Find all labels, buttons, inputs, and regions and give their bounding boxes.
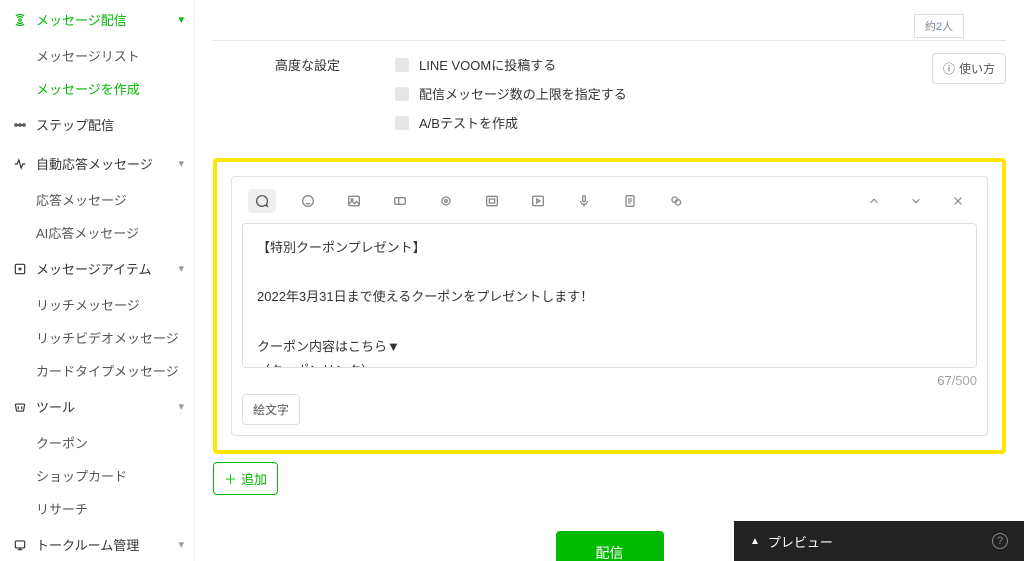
tool-coupon[interactable] <box>386 189 414 213</box>
plus-box-icon <box>12 262 28 276</box>
emoji-button[interactable]: 絵文字 <box>242 394 300 425</box>
option-abtest[interactable]: A/Bテストを作成 <box>395 113 1006 132</box>
auto-reply-icon <box>12 157 28 171</box>
chevron-down-icon: ▾ <box>178 538 184 551</box>
sidebar-item-rich-message[interactable]: リッチメッセージ <box>0 288 194 321</box>
tool-image[interactable] <box>340 189 368 213</box>
chevron-down-icon: ▾ <box>178 13 184 26</box>
tool-delete[interactable] <box>945 190 971 212</box>
sidebar: メッセージ配信 ▾ メッセージリスト メッセージを作成 ステップ配信 自動応答メ… <box>0 0 195 561</box>
sidebar-item-ai-reply[interactable]: AI応答メッセージ <box>0 216 194 249</box>
sidebar-item-shopcard[interactable]: ショップカード <box>0 459 194 492</box>
tool-voice[interactable] <box>570 189 598 213</box>
tool-sticker[interactable] <box>294 189 322 213</box>
advanced-settings-row: 高度な設定 ⓘ 使い方 LINE VOOMに投稿する 配信メッセージ数の上限を指… <box>275 55 1006 132</box>
tools-icon <box>12 400 28 414</box>
sidebar-head-talkroom[interactable]: トークルーム管理 ▾ <box>0 525 194 561</box>
sidebar-head-label: ステップ配信 <box>36 115 114 134</box>
checkbox-icon <box>395 116 409 130</box>
sidebar-head-label: ツール <box>36 397 75 416</box>
tool-chat[interactable] <box>248 189 276 213</box>
info-icon: ⓘ <box>943 60 955 77</box>
chevron-down-icon: ▾ <box>178 262 184 275</box>
tool-video[interactable] <box>524 189 552 213</box>
sidebar-item-research[interactable]: リサーチ <box>0 492 194 525</box>
checkbox-icon <box>395 87 409 101</box>
sidebar-item-rich-video[interactable]: リッチビデオメッセージ <box>0 321 194 354</box>
sidebar-head-auto[interactable]: 自動応答メッセージ ▾ <box>0 144 194 183</box>
broadcast-icon <box>12 13 28 27</box>
chevron-down-icon: ▾ <box>178 400 184 413</box>
sidebar-item-card-type[interactable]: カードタイプメッセージ <box>0 354 194 387</box>
preview-label: プレビュー <box>768 532 833 551</box>
editor-card: 67/500 絵文字 <box>231 176 988 436</box>
talkroom-icon <box>12 538 28 552</box>
preview-bar[interactable]: ▲ プレビュー ? <box>734 521 1024 561</box>
sidebar-item-message-create[interactable]: メッセージを作成 <box>0 72 194 105</box>
advanced-settings-label: 高度な設定 <box>275 55 365 132</box>
sidebar-head-label: トークルーム管理 <box>36 535 139 554</box>
sidebar-head-label: メッセージアイテム <box>36 259 151 278</box>
help-icon[interactable]: ? <box>992 533 1008 549</box>
checkbox-icon <box>395 58 409 72</box>
sidebar-head-step[interactable]: ステップ配信 <box>0 105 194 144</box>
tool-move-up[interactable] <box>861 190 887 212</box>
divider <box>213 40 1006 41</box>
sidebar-item-coupon[interactable]: クーポン <box>0 426 194 459</box>
option-voom[interactable]: LINE VOOMに投稿する <box>395 55 1006 74</box>
triangle-up-icon: ▲ <box>750 536 760 547</box>
message-textarea[interactable] <box>242 223 977 368</box>
submit-button[interactable]: 配信 <box>556 531 664 561</box>
main-area: 約2人 高度な設定 ⓘ 使い方 LINE VOOMに投稿する 配信メッセージ数の… <box>195 0 1024 561</box>
tool-move-down[interactable] <box>903 190 929 212</box>
sidebar-head-items[interactable]: メッセージアイテム ▾ <box>0 249 194 288</box>
sidebar-item-auto-reply[interactable]: 応答メッセージ <box>0 183 194 216</box>
tool-richmessage[interactable] <box>432 189 460 213</box>
sidebar-head-label: 自動応答メッセージ <box>36 154 153 173</box>
char-counter: 67/500 <box>242 371 977 388</box>
sidebar-head-label: メッセージ配信 <box>36 10 127 29</box>
tool-cardtype[interactable] <box>662 189 690 213</box>
chevron-down-icon: ▾ <box>178 157 184 170</box>
step-icon <box>12 118 28 132</box>
editor-toolbar <box>242 187 977 223</box>
option-limit[interactable]: 配信メッセージ数の上限を指定する <box>395 84 1006 103</box>
add-button[interactable]: ＋ 追加 <box>213 462 278 495</box>
recipient-count-badge: 約2人 <box>914 14 964 38</box>
sidebar-head-tools[interactable]: ツール ▾ <box>0 387 194 426</box>
sidebar-item-message-list[interactable]: メッセージリスト <box>0 39 194 72</box>
editor-highlight-frame: 67/500 絵文字 <box>213 158 1006 454</box>
tool-survey[interactable] <box>616 189 644 213</box>
howto-button[interactable]: ⓘ 使い方 <box>932 53 1006 84</box>
plus-icon: ＋ <box>224 469 237 488</box>
sidebar-head-broadcast[interactable]: メッセージ配信 ▾ <box>0 0 194 39</box>
tool-richvideo[interactable] <box>478 189 506 213</box>
